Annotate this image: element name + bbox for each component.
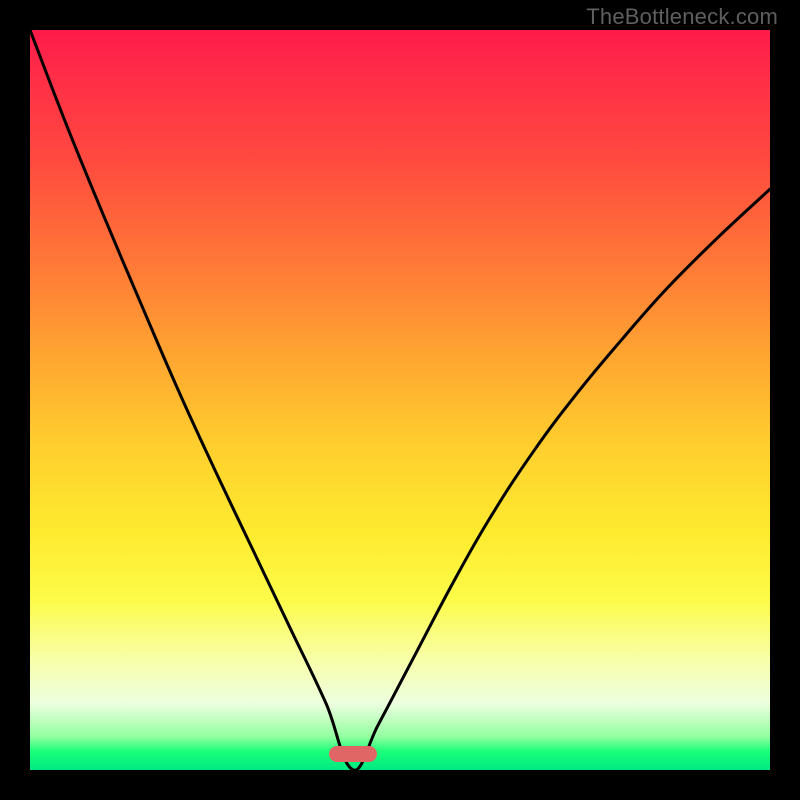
watermark-text: TheBottleneck.com	[586, 4, 778, 30]
optimal-marker	[329, 746, 377, 762]
bottleneck-curve	[30, 30, 770, 770]
chart-frame: TheBottleneck.com	[0, 0, 800, 800]
plot-area	[30, 30, 770, 770]
